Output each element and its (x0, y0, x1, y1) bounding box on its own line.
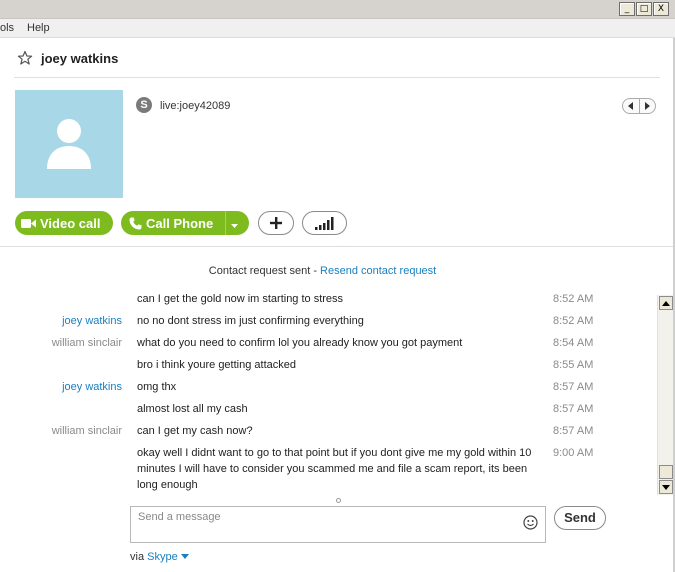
chevron-right-icon[interactable] (640, 99, 656, 113)
message-time: 9:00 AM (553, 447, 594, 459)
resize-grip[interactable] (336, 498, 341, 503)
chevron-down-icon[interactable] (230, 218, 239, 233)
message-composer[interactable] (130, 506, 546, 543)
message-text: what do you need to confirm lol you alre… (137, 337, 463, 349)
message-text: can I get my cash now? (137, 425, 253, 437)
chat-scrollbar[interactable] (657, 295, 673, 495)
plus-icon (270, 217, 282, 229)
message-time: 8:52 AM (553, 293, 594, 305)
avatar (15, 90, 123, 198)
via-selector[interactable]: via Skype (130, 551, 189, 563)
window-controls: _ □ X (619, 2, 669, 16)
call-quality-button[interactable] (302, 211, 347, 235)
message-time: 8:52 AM (553, 315, 594, 327)
via-service[interactable]: Skype (147, 551, 178, 563)
message-time: 8:54 AM (553, 337, 594, 349)
resend-request-link[interactable]: Resend contact request (320, 265, 436, 277)
message-text: bro i think youre getting attacked (137, 359, 296, 371)
header-divider (14, 77, 660, 78)
menu-bar: ols Help (0, 19, 675, 38)
message-sender[interactable]: william sinclair (0, 425, 122, 437)
title-bar: _ □ X (0, 0, 675, 19)
add-button[interactable] (258, 211, 294, 235)
send-button[interactable]: Send (554, 506, 606, 530)
message-sender[interactable]: joey watkins (0, 381, 122, 393)
close-button[interactable]: X (653, 2, 669, 16)
message-text: okay well I didnt want to go to that poi… (137, 447, 532, 491)
contact-request-notice: Contact request sent - Resend contact re… (0, 265, 675, 277)
emoticon-icon[interactable] (523, 515, 538, 533)
message-text: no no dont stress im just confirming eve… (137, 315, 364, 327)
section-divider (0, 246, 673, 247)
menu-tools[interactable]: ols (0, 22, 14, 34)
person-icon (47, 119, 91, 169)
message-sender[interactable]: joey watkins (0, 315, 122, 327)
message-text: omg thx (137, 381, 177, 393)
video-camera-icon (21, 218, 36, 228)
skype-logo-icon: S (136, 97, 152, 113)
phone-icon (129, 217, 142, 229)
signal-bars-icon (314, 216, 333, 230)
call-phone-label: Call Phone (146, 215, 214, 231)
video-call-label: Video call (40, 215, 101, 231)
maximize-button[interactable]: □ (636, 2, 652, 16)
star-icon[interactable] (17, 50, 33, 66)
scroll-thumb[interactable] (659, 465, 673, 479)
call-phone-button[interactable]: Call Phone (121, 211, 249, 235)
chevron-down-icon[interactable] (180, 554, 189, 559)
message-list[interactable]: can I get the gold now im starting to st… (0, 289, 656, 494)
scroll-up-button[interactable] (659, 296, 673, 310)
video-call-button[interactable]: Video call (15, 211, 113, 235)
menu-help[interactable]: Help (27, 22, 50, 34)
message-sender[interactable]: william sinclair (0, 337, 122, 349)
profile-nav (622, 98, 656, 114)
via-prefix: via (130, 551, 148, 563)
message-time: 8:57 AM (553, 381, 594, 393)
minimize-button[interactable]: _ (619, 2, 635, 16)
message-text: can I get the gold now im starting to st… (137, 293, 344, 305)
message-input[interactable] (138, 511, 508, 523)
message-text: almost lost all my cash (137, 403, 248, 415)
skype-id: live:joey42089 (160, 100, 231, 112)
scroll-down-button[interactable] (659, 480, 673, 494)
contact-request-text: Contact request sent - (208, 265, 321, 277)
contact-name: joey watkins (41, 51, 119, 66)
message-time: 8:55 AM (553, 359, 594, 371)
chevron-left-icon[interactable] (623, 99, 639, 113)
more-handle[interactable]: .... (337, 239, 348, 250)
message-time: 8:57 AM (553, 425, 594, 437)
message-time: 8:57 AM (553, 403, 594, 415)
